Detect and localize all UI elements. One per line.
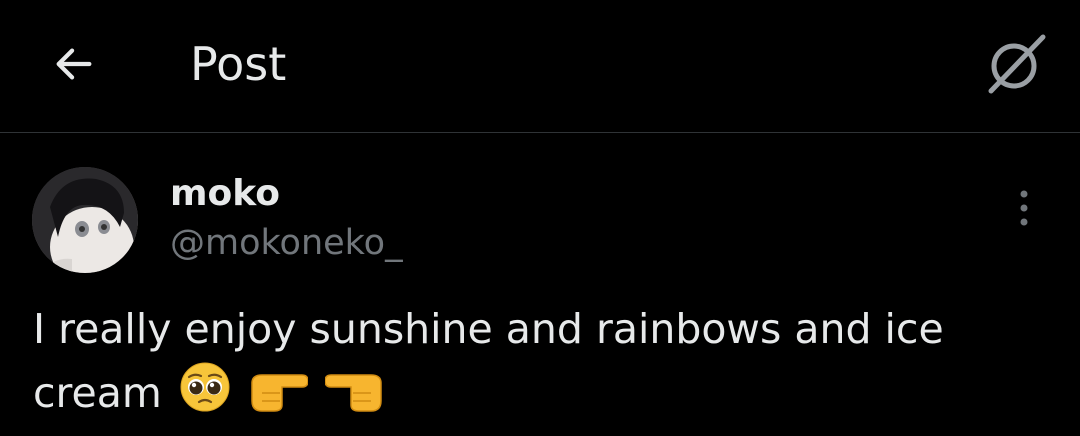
pleading-face-icon bbox=[179, 361, 231, 431]
top-bar: Post bbox=[0, 0, 1080, 133]
grok-icon bbox=[988, 34, 1046, 94]
author-handle[interactable]: @mokoneko_ bbox=[170, 222, 403, 264]
post-text-line-2: cream bbox=[33, 369, 162, 417]
avatar[interactable] bbox=[32, 167, 138, 273]
arrow-left-icon bbox=[56, 48, 92, 80]
backhand-index-pointing-left-icon bbox=[324, 361, 385, 431]
author-display-name[interactable]: moko bbox=[170, 174, 280, 214]
post-text: I really enjoy sunshine and rainbows and… bbox=[33, 297, 1053, 431]
backhand-index-pointing-right-icon bbox=[248, 361, 309, 431]
avatar-image bbox=[32, 167, 138, 273]
post: moko @mokoneko_ I really enjoy sunshine … bbox=[0, 134, 1080, 436]
page-title: Post bbox=[190, 37, 287, 91]
more-options-button[interactable] bbox=[1002, 186, 1046, 230]
grok-button[interactable] bbox=[980, 28, 1052, 100]
back-button[interactable] bbox=[44, 34, 104, 94]
more-vertical-icon bbox=[1020, 190, 1028, 226]
post-text-line-1: I really enjoy sunshine and rainbows and… bbox=[33, 305, 944, 353]
